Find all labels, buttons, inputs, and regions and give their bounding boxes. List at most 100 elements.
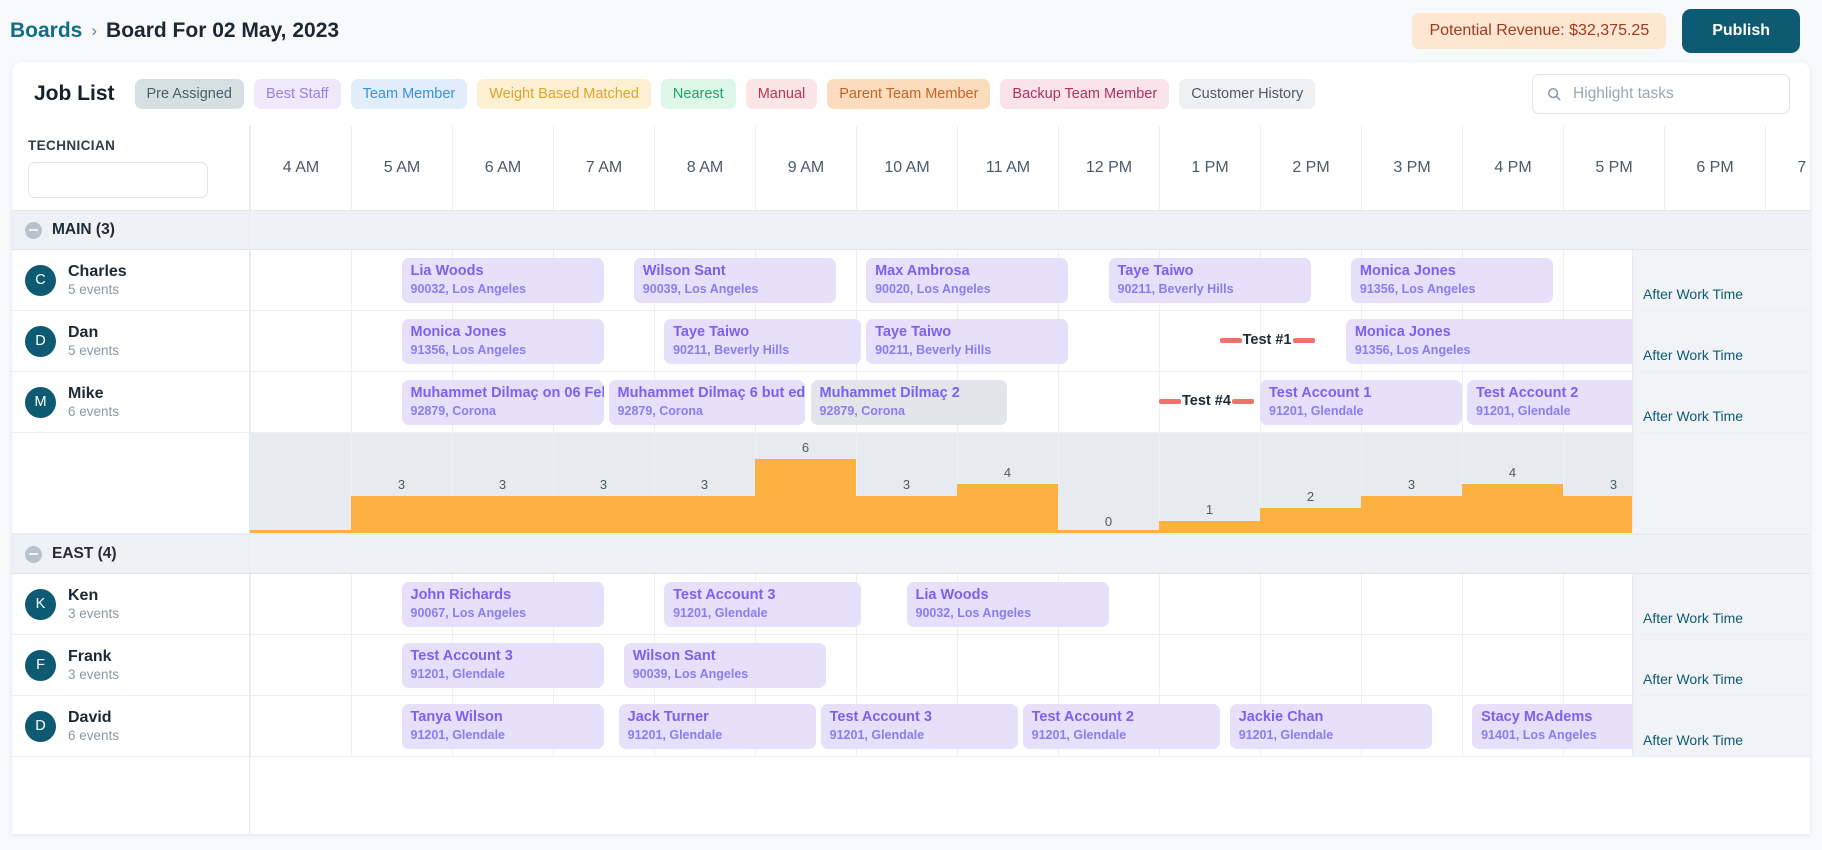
event-block[interactable]: Muhammet Dilmaç 6 but edited 92879, Coron…	[608, 380, 806, 425]
capacity-histogram: 33336340123432	[250, 433, 1810, 534]
event-location: 91356, Los Angeles	[410, 342, 527, 357]
grid-line	[1361, 574, 1362, 634]
technician-row-frank[interactable]: F Frank 3 events	[12, 635, 249, 696]
hour-column-header: 5 AM	[351, 126, 452, 210]
event-block[interactable]: Muhammet Dilmaç on 06 Feb 92879, Corona	[401, 380, 604, 425]
histogram-bar	[755, 459, 856, 533]
grid-line	[250, 250, 251, 310]
event-block[interactable]: Test Account 3 91201, Glendale	[664, 582, 862, 627]
event-block[interactable]: Wilson Sant 90039, Los Angeles	[623, 643, 826, 688]
event-block[interactable]: Max Ambrosa 90020, Los Angeles	[866, 258, 1069, 303]
timeline-area: 4 AM 5 AM 6 AM 7 AM 8 AM 9 AM 10 AM 11 AM 12 PM 1…	[250, 126, 1810, 834]
event-block[interactable]: Jackie Chan 91201, Glendale	[1229, 704, 1432, 749]
technician-row-mike[interactable]: M Mike 6 events	[12, 372, 249, 433]
event-block[interactable]: Test Account 1 91201, Glendale	[1260, 380, 1462, 425]
technician-row-david[interactable]: D David 6 events	[12, 696, 249, 757]
test-marker[interactable]: Test #1	[1219, 329, 1315, 351]
event-block[interactable]: Wilson Sant 90039, Los Angeles	[633, 258, 836, 303]
event-location: 92879, Corona	[617, 403, 704, 418]
event-block[interactable]: Tanya Wilson 91201, Glendale	[401, 704, 604, 749]
event-block[interactable]: Jack Turner 91201, Glendale	[618, 704, 816, 749]
hour-column-header: 5 PM	[1563, 126, 1664, 210]
event-location: 92879, Corona	[410, 403, 496, 418]
technician-name: Frank	[68, 647, 112, 665]
event-location: 90039, Los Angeles	[632, 666, 749, 681]
chip-best-staff[interactable]: Best Staff	[253, 79, 341, 109]
grid-line	[1159, 574, 1160, 634]
avatar: D	[25, 325, 56, 357]
test-marker[interactable]: Test #4	[1159, 390, 1254, 412]
chip-nearest[interactable]: Nearest	[660, 79, 736, 109]
event-block[interactable]: Test Account 2 91201, Glendale	[1022, 704, 1220, 749]
event-location: 91201, Glendale	[1031, 727, 1127, 742]
grid-line	[250, 696, 251, 756]
event-block[interactable]: Taye Taiwo 90211, Beverly Hills	[866, 319, 1069, 364]
hour-column-header: 3 PM	[1361, 126, 1462, 210]
collapse-group-icon[interactable]	[25, 221, 42, 239]
event-title: Monica Jones	[1359, 263, 1456, 279]
chip-manual[interactable]: Manual	[745, 79, 818, 109]
chip-weight-based-matched[interactable]: Weight Based Matched	[477, 79, 651, 109]
grid-line	[1462, 635, 1463, 695]
hour-label: 8 AM	[686, 159, 724, 176]
chip-parent-team-member[interactable]: Parent Team Member	[827, 79, 991, 109]
histogram-value-label: 1	[1205, 501, 1214, 517]
grid-line	[1462, 372, 1463, 432]
search-box[interactable]	[1532, 74, 1790, 114]
event-block[interactable]: Monica Jones 91356, Los Angeles	[401, 319, 604, 364]
after-work-time-zone: After Work Time	[1632, 635, 1810, 695]
event-location: 90211, Beverly Hills	[673, 342, 790, 357]
breadcrumb-boards-link[interactable]: Boards	[10, 19, 82, 43]
filter-bar: Job List Pre Assigned Best Staff Team Memb…	[12, 62, 1810, 126]
search-input[interactable]	[1571, 84, 1775, 104]
technician-timeline-row: Muhammet Dilmaç on 06 Feb 92879, Corona Mu…	[250, 372, 1810, 433]
after-work-time-zone: After Work Time	[1632, 311, 1810, 371]
event-block[interactable]: Taye Taiwo 90211, Beverly Hills	[664, 319, 862, 364]
event-block[interactable]: Test Account 3 91201, Glendale	[820, 704, 1018, 749]
event-location: 90032, Los Angeles	[410, 281, 527, 296]
technician-name: Charles	[68, 262, 127, 280]
chip-backup-team-member[interactable]: Backup Team Member	[1000, 79, 1170, 109]
technician-filter-input[interactable]	[28, 162, 208, 198]
hour-column-header: 7 PM	[1765, 126, 1810, 210]
search-icon	[1547, 87, 1561, 101]
event-title: Test Account 1	[1269, 385, 1372, 401]
chip-team-member[interactable]: Team Member	[350, 79, 468, 109]
group-header-main[interactable]: MAIN (3)	[12, 210, 249, 250]
event-block[interactable]: Muhammet Dilmaç 2 92879, Corona	[810, 380, 1008, 425]
technician-row-charles[interactable]: C Charles 5 events	[12, 250, 249, 311]
technician-row-dan[interactable]: D Dan 5 events	[12, 311, 249, 372]
hour-label: 7 AM	[585, 159, 623, 176]
event-location: 91356, Los Angeles	[1359, 281, 1476, 296]
event-block[interactable]: Lia Woods 90032, Los Angeles	[906, 582, 1109, 627]
event-location: 91201, Glendale	[410, 727, 506, 742]
test-marker-label: Test #4	[1182, 393, 1231, 409]
event-block[interactable]: Test Account 3 91201, Glendale	[401, 643, 604, 688]
event-title: Jack Turner	[627, 709, 709, 725]
hour-column-header: 1 PM	[1159, 126, 1260, 210]
histogram-bar	[1462, 483, 1563, 533]
chip-pre-assigned[interactable]: Pre Assigned	[134, 79, 244, 109]
grid-line	[1462, 696, 1463, 756]
event-block[interactable]: Taye Taiwo 90211, Beverly Hills	[1108, 258, 1311, 303]
event-block[interactable]: Lia Woods 90032, Los Angeles	[401, 258, 604, 303]
histogram-bar	[1159, 520, 1260, 533]
avatar: M	[25, 386, 56, 418]
chip-customer-history[interactable]: Customer History	[1179, 79, 1316, 109]
histogram-value-label: 3	[397, 477, 406, 492]
histogram-bar	[553, 496, 654, 533]
technician-row-ken[interactable]: K Ken 3 events	[12, 574, 249, 635]
publish-button[interactable]: Publish	[1682, 9, 1800, 53]
group-header-east[interactable]: EAST (4)	[12, 534, 249, 574]
histogram-value-label: 3	[700, 477, 709, 492]
histogram-bar	[1260, 508, 1361, 533]
event-block[interactable]: John Richards 90067, Los Angeles	[401, 582, 604, 627]
event-location: 92879, Corona	[819, 403, 906, 418]
event-title: Tanya Wilson	[410, 709, 503, 725]
collapse-group-icon[interactable]	[25, 545, 42, 563]
event-block[interactable]: Monica Jones 91356, Los Angeles	[1345, 319, 1644, 364]
test-marker-label: Test #1	[1242, 332, 1292, 348]
potential-revenue-badge: Potential Revenue: $32,375.25	[1412, 13, 1667, 49]
event-block[interactable]: Monica Jones 91356, Los Angeles	[1350, 258, 1553, 303]
technician-event-count: 6 events	[68, 403, 120, 419]
